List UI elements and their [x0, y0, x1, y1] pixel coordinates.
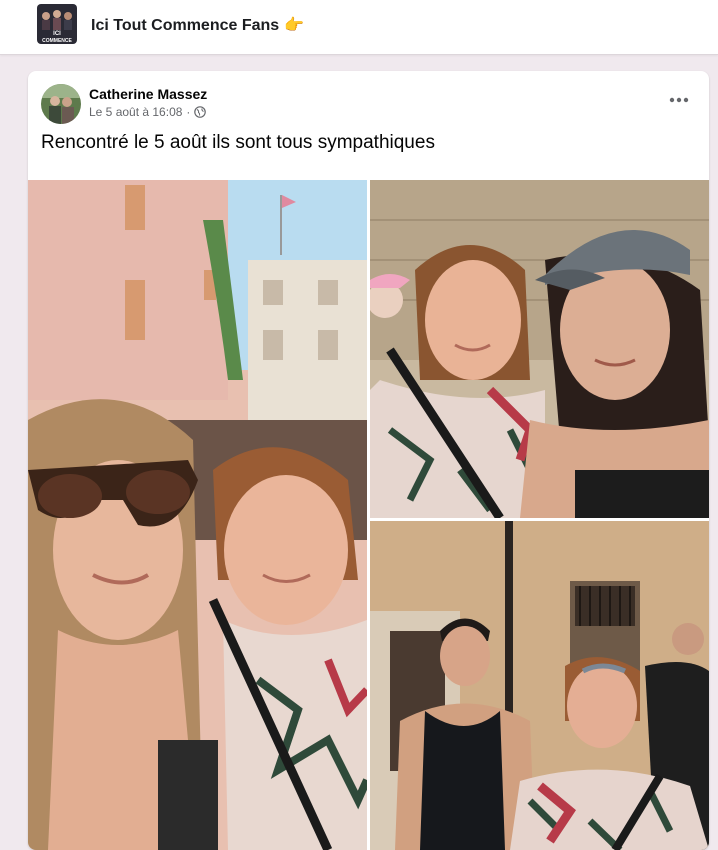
group-avatar-text-top: ICI: [53, 31, 61, 37]
photo-selfie-cap[interactable]: [370, 180, 709, 518]
more-options-icon: [669, 97, 689, 103]
photo-selfie-sunglasses[interactable]: [28, 180, 367, 850]
meta-separator: ·: [186, 105, 191, 119]
author-name[interactable]: Catherine Massez: [89, 86, 207, 102]
pointing-hand-icon: 👉: [284, 17, 305, 34]
post-meta: Le 5 août à 16:08 ·: [89, 105, 207, 119]
photo-man-tank-top[interactable]: [370, 521, 709, 850]
group-title[interactable]: Ici Tout Commence Fans 👉: [91, 15, 304, 35]
globe-icon: [194, 106, 207, 118]
group-header: ICI COMMENCE Ici Tout Commence Fans 👉: [0, 0, 718, 55]
author-avatar[interactable]: [41, 84, 81, 124]
post-date[interactable]: Le 5 août à 16:08: [89, 105, 182, 119]
post-text: Rencontré le 5 août ils sont tous sympat…: [41, 132, 435, 153]
group-title-text: Ici Tout Commence Fans: [91, 17, 280, 34]
post-card: Catherine Massez Le 5 août à 16:08 · Ren…: [28, 71, 709, 850]
group-avatar[interactable]: ICI COMMENCE: [37, 4, 77, 44]
group-avatar-text-bottom: COMMENCE: [42, 38, 72, 44]
more-options-button[interactable]: [665, 89, 693, 111]
